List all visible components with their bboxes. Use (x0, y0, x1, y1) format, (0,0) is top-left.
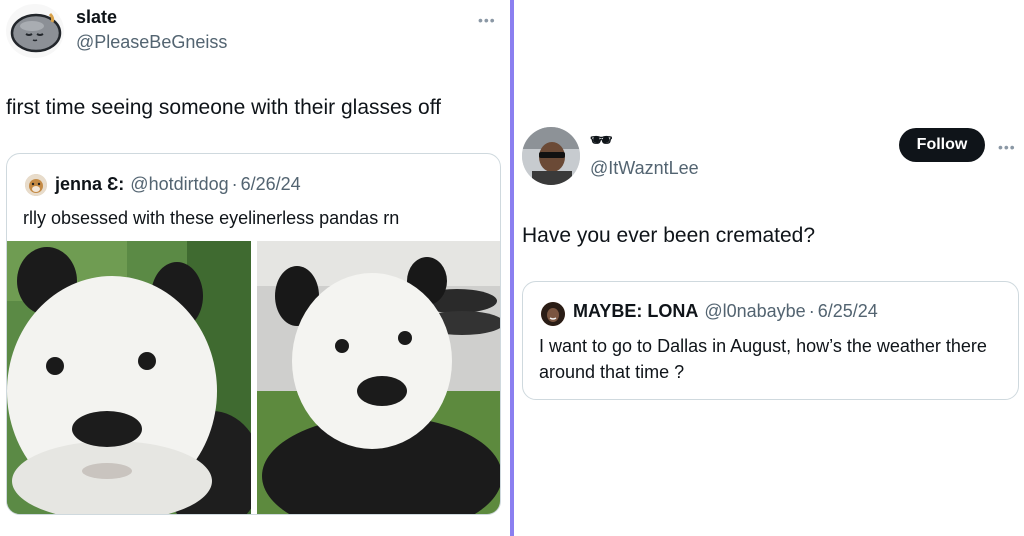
quote-separator: · (808, 301, 815, 321)
author-name[interactable]: 🕶 (590, 130, 613, 151)
tweet-text: first time seeing someone with their gla… (6, 96, 441, 119)
avatar-lona (541, 302, 565, 326)
quote-author-handle[interactable]: @l0nabaybe (704, 301, 805, 322)
avatar-itwazntlee[interactable] (522, 127, 580, 185)
right-tweet: 🕶 @ItWazntLee Follow ••• Have you ever b… (514, 0, 1024, 536)
quote-separator: · (231, 174, 238, 194)
author-handle[interactable]: @ItWazntLee (590, 158, 699, 179)
quote-author-name[interactable]: MAYBE: LONA (573, 301, 698, 322)
rock-avatar-icon (10, 12, 62, 53)
author-handle[interactable]: @PleaseBeGneiss (76, 32, 227, 53)
dog-avatar-icon (25, 174, 47, 196)
quote-author-handle[interactable]: @hotdirtdog (130, 174, 228, 195)
person-avatar-icon (522, 127, 580, 185)
quote-text: rlly obsessed with these eyelinerless pa… (23, 208, 400, 228)
panda-image-1 (7, 241, 251, 514)
avatar-slate[interactable] (6, 4, 64, 58)
panda-image-2 (257, 241, 500, 514)
quote-author-name[interactable]: jenna Ɛ: (55, 174, 124, 195)
quoted-tweet[interactable]: MAYBE: LONA @l0nabaybe · 6/25/24 I want … (522, 281, 1019, 400)
quoted-tweet[interactable]: jenna Ɛ: @hotdirtdog · 6/26/24 rlly obse… (6, 153, 501, 515)
quote-date[interactable]: 6/26/24 (241, 174, 301, 195)
quote-date[interactable]: 6/25/24 (818, 301, 878, 322)
panda-photo-1[interactable] (7, 241, 251, 514)
quote-header: MAYBE: LONA @l0nabaybe · 6/25/24 (573, 301, 878, 322)
more-options-icon[interactable]: ••• (478, 13, 496, 27)
left-tweet: slate @PleaseBeGneiss ••• first time see… (0, 0, 510, 536)
panda-photo-2[interactable] (257, 241, 500, 514)
avatar-jenna (25, 174, 47, 196)
person-avatar-icon (541, 302, 565, 326)
quote-text: I want to go to Dallas in August, how’s … (539, 336, 987, 382)
author-name[interactable]: slate (76, 7, 117, 28)
quote-header: jenna Ɛ: @hotdirtdog · 6/26/24 (55, 174, 301, 195)
tweet-text: Have you ever been cremated? (522, 224, 816, 247)
follow-button[interactable]: Follow (899, 128, 985, 162)
more-options-icon[interactable]: ••• (998, 140, 1016, 154)
